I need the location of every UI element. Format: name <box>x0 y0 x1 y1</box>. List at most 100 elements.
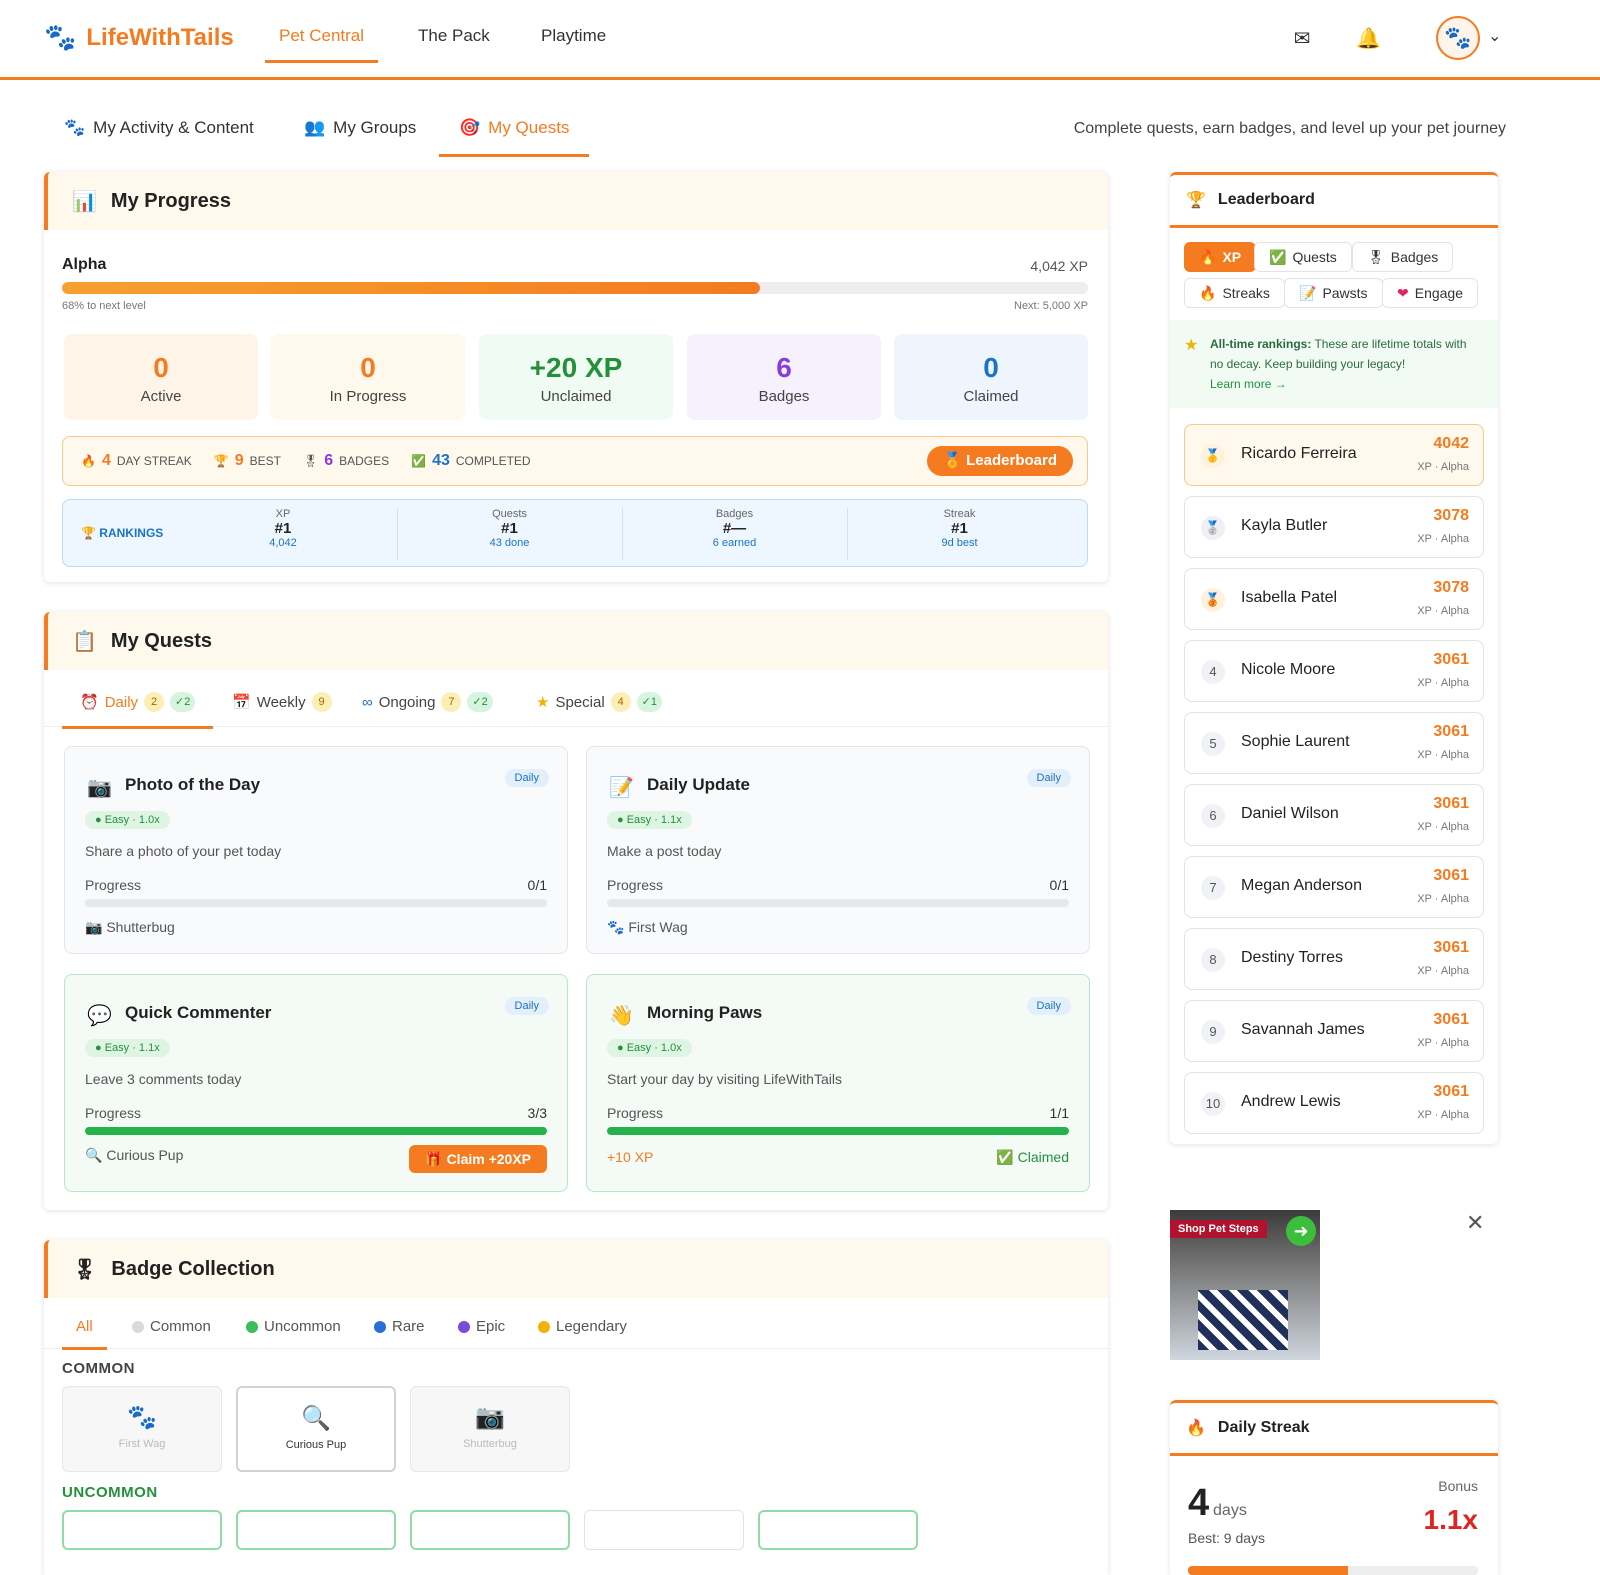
avatar[interactable]: 🐾 <box>1436 16 1480 60</box>
player-score: 3061 <box>1433 1083 1469 1100</box>
quest-card[interactable]: 📝 Daily Update Daily ● Easy · 1.1x Make … <box>586 746 1090 954</box>
waving-hand-icon: 👋 <box>609 1005 634 1027</box>
memo-icon: 📝 <box>609 777 634 799</box>
player-score: 3061 <box>1433 795 1469 812</box>
player-score: 4042 <box>1433 435 1469 452</box>
quest-tab-ongoing[interactable]: ∞ Ongoing 7 ✓2 <box>362 692 493 712</box>
leaderboard-row[interactable]: 4 Nicole Moore 3061 XP · Alpha <box>1184 640 1484 702</box>
magnifier-icon: 🔍 <box>85 1147 103 1163</box>
difficulty-badge: ● Easy · 1.1x <box>607 811 692 829</box>
quest-tab-special[interactable]: ★ Special 4 ✓1 <box>536 692 662 712</box>
tab-my-activity[interactable]: 🐾 My Activity & Content <box>64 118 254 138</box>
stat-badges: 6 Badges <box>687 334 881 420</box>
badge-curious-pup[interactable]: 🔍 Curious Pup <box>236 1386 396 1472</box>
tab-my-quests[interactable]: 🎯 My Quests <box>439 118 590 157</box>
badge-tab-common[interactable]: Common <box>132 1318 211 1335</box>
rank-number: 6 <box>1201 804 1225 828</box>
badge-tab-all[interactable]: All <box>62 1318 107 1350</box>
difficulty-badge: ● Easy · 1.0x <box>607 1039 692 1057</box>
bell-icon[interactable]: 🔔 <box>1356 26 1381 50</box>
lb-chip-pawsts[interactable]: 📝 Pawsts <box>1284 278 1383 308</box>
leaderboard-row[interactable]: 7 Megan Anderson 3061 XP · Alpha <box>1184 856 1484 918</box>
rank-number: 8 <box>1201 948 1225 972</box>
calendar-icon: 📅 <box>232 694 251 711</box>
leaderboard-row[interactable]: 🥇 Ricardo Ferreira 4042 XP · Alpha <box>1184 424 1484 486</box>
camera-icon: 📷 <box>475 1404 505 1431</box>
lb-chip-quests[interactable]: ✅ Quests <box>1254 242 1352 272</box>
badge-uncommon-card[interactable] <box>758 1510 918 1550</box>
streak-bonus: 1.1x <box>1423 1504 1479 1535</box>
memo-icon: 📝 <box>1299 284 1317 301</box>
player-sub: XP · Alpha <box>1417 749 1469 761</box>
leaderboard-row[interactable]: 🥉 Isabella Patel 3078 XP · Alpha <box>1184 568 1484 630</box>
star-icon: ★ <box>536 694 550 711</box>
paw-icon: 🐾 <box>607 919 625 935</box>
claim-button[interactable]: 🎁 Claim +20XP <box>409 1145 547 1173</box>
stat-in-progress: 0 In Progress <box>271 334 465 420</box>
badge-shutterbug[interactable]: 📷 Shutterbug <box>410 1386 570 1472</box>
player-name: Kayla Butler <box>1241 517 1328 534</box>
chevron-down-icon[interactable]: ⌄ <box>1488 26 1501 46</box>
ranking-badges: Badges #— 6 earned <box>622 508 846 560</box>
learn-more-link[interactable]: Learn more → <box>1210 377 1287 391</box>
badge-uncommon-card[interactable] <box>410 1510 570 1550</box>
quest-type-badge: Daily <box>1026 769 1071 787</box>
quest-tab-daily[interactable]: ⏰ Daily 2 ✓2 <box>62 692 214 729</box>
leaderboard-button[interactable]: 🏅 Leaderboard <box>927 446 1073 476</box>
badge-tab-rare[interactable]: Rare <box>374 1318 425 1335</box>
silver-medal-icon: 🥈 <box>1201 516 1225 540</box>
streak-progress-bar <box>1188 1566 1478 1575</box>
nav-the-pack[interactable]: The Pack <box>418 26 490 60</box>
mail-icon[interactable]: ✉ <box>1290 26 1314 50</box>
badge-uncommon-card[interactable] <box>236 1510 396 1550</box>
leaderboard-row[interactable]: 6 Daniel Wilson 3061 XP · Alpha <box>1184 784 1484 846</box>
quest-tab-weekly[interactable]: 📅 Weekly 9 <box>232 692 332 712</box>
ranking-xp: XP #1 4,042 <box>269 508 297 549</box>
badge-uncommon-card[interactable] <box>584 1510 744 1550</box>
badge-uncommon-card[interactable] <box>62 1510 222 1550</box>
quest-progress-bar <box>85 1127 547 1135</box>
leaderboard-row[interactable]: 5 Sophie Laurent 3061 XP · Alpha <box>1184 712 1484 774</box>
lb-chip-engage[interactable]: ❤ Engage <box>1382 278 1479 308</box>
tab-my-groups[interactable]: 👥 My Groups <box>304 118 416 138</box>
badge-tab-legendary[interactable]: Legendary <box>538 1318 627 1335</box>
close-icon[interactable]: ✕ <box>1466 1210 1484 1236</box>
quest-card[interactable]: 👋 Morning Paws Daily ● Easy · 1.0x Start… <box>586 974 1090 1192</box>
lb-chip-streaks[interactable]: 🔥 Streaks <box>1184 278 1285 308</box>
nav-pet-central[interactable]: Pet Central <box>265 26 379 63</box>
app-name: LifeWithTails <box>86 23 234 51</box>
leaderboard-row[interactable]: 8 Destiny Torres 3061 XP · Alpha <box>1184 928 1484 990</box>
leaderboard-row[interactable]: 10 Andrew Lewis 3061 XP · Alpha <box>1184 1072 1484 1134</box>
quest-type-badge: Daily <box>504 997 549 1015</box>
badge-tab-epic[interactable]: Epic <box>458 1318 505 1335</box>
ad-image <box>1198 1290 1288 1350</box>
streak-summary: 🔥 4 DAY STREAK 🏆 9 BEST 🎖 6 BADGES ✅ 43 COMPLETE… <box>62 436 1088 486</box>
medal-icon: 🎖 <box>302 454 319 468</box>
rare-dot <box>374 1320 386 1333</box>
player-name: Nicole Moore <box>1241 661 1336 678</box>
nav-playtime[interactable]: Playtime <box>541 26 606 60</box>
player-sub: XP · Alpha <box>1417 533 1469 545</box>
lb-chip-badges[interactable]: 🎖 Badges <box>1352 242 1454 272</box>
quest-reward: 🔍 Curious Pup <box>85 1147 184 1163</box>
player-score: 3078 <box>1433 579 1469 596</box>
fire-icon: 🔥 <box>81 454 96 468</box>
stat-unclaimed: +20 XP Unclaimed <box>479 334 673 420</box>
player-sub: XP · Alpha <box>1417 1109 1469 1121</box>
quest-card[interactable]: 📷 Photo of the Day Daily ● Easy · 1.0x S… <box>64 746 568 954</box>
rank-number: 4 <box>1201 660 1225 684</box>
target-icon: 🎯 <box>459 118 481 137</box>
logo[interactable]: 🐾 LifeWithTails <box>44 22 234 53</box>
ad-banner[interactable]: Shop Pet Steps ➜ <box>1170 1210 1320 1360</box>
quest-card[interactable]: 💬 Quick Commenter Daily ● Easy · 1.1x Le… <box>64 974 568 1192</box>
badge-first-wag[interactable]: 🐾 First Wag <box>62 1386 222 1472</box>
lb-chip-xp[interactable]: 🔥 XP <box>1184 242 1257 272</box>
badge-tab-uncommon[interactable]: Uncommon <box>246 1318 341 1335</box>
legendary-dot <box>538 1320 550 1333</box>
leaderboard-row[interactable]: 🥈 Kayla Butler 3078 XP · Alpha <box>1184 496 1484 558</box>
streak-best: Best: 9 days <box>1188 1530 1266 1546</box>
medal-icon: 🎖 <box>72 1258 98 1281</box>
player-score: 3061 <box>1433 651 1469 668</box>
epic-dot <box>458 1320 470 1333</box>
leaderboard-row[interactable]: 9 Savannah James 3061 XP · Alpha <box>1184 1000 1484 1062</box>
